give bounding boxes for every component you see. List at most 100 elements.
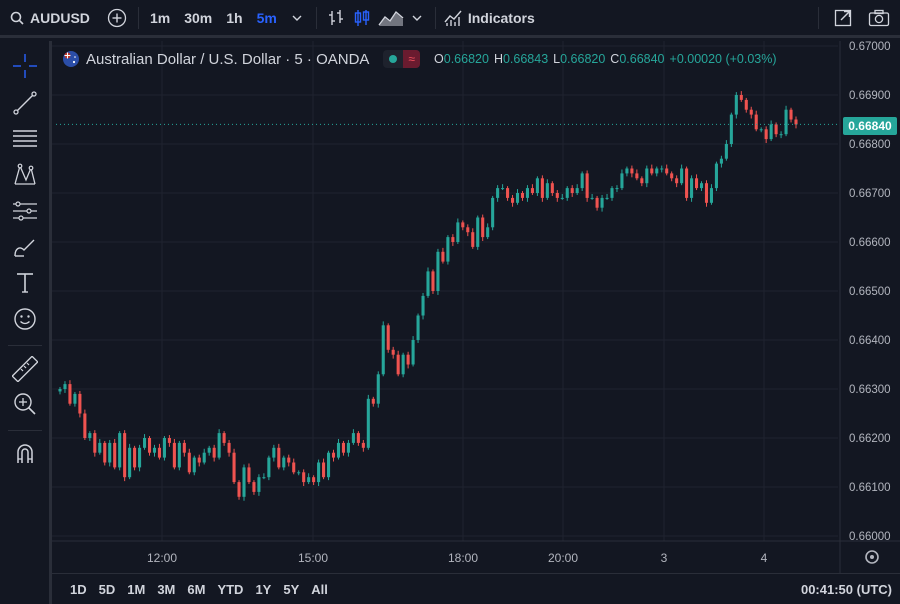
candle-body bbox=[192, 457, 196, 473]
timeframe-dropdown[interactable] bbox=[284, 0, 310, 37]
candle-body bbox=[446, 237, 450, 262]
fib-tool[interactable] bbox=[10, 124, 40, 154]
price-tick-label: 0.66800 bbox=[849, 139, 891, 151]
brush-tool[interactable] bbox=[10, 232, 40, 262]
candle-body bbox=[555, 193, 559, 198]
candle-body bbox=[461, 222, 465, 228]
candle-body bbox=[247, 467, 251, 483]
price-tick-label: 0.67000 bbox=[849, 41, 891, 53]
candle-body bbox=[133, 447, 137, 468]
candle-body bbox=[680, 168, 684, 184]
range-5d[interactable]: 5D bbox=[93, 582, 122, 597]
candle-body bbox=[272, 447, 276, 458]
bar-chart-type-button[interactable] bbox=[323, 0, 349, 37]
text-tool[interactable] bbox=[10, 268, 40, 298]
crosshair-tool[interactable] bbox=[10, 51, 40, 81]
candle-body bbox=[83, 413, 87, 438]
candle-body bbox=[366, 398, 370, 448]
candle-body bbox=[615, 188, 619, 190]
candle-body bbox=[322, 462, 326, 478]
candle-body bbox=[585, 173, 589, 198]
range-all[interactable]: All bbox=[305, 582, 334, 597]
time-tick-label: 20:00 bbox=[548, 551, 578, 565]
candle-body bbox=[232, 452, 236, 483]
range-6m[interactable]: 6M bbox=[181, 582, 211, 597]
range-3m[interactable]: 3M bbox=[151, 582, 181, 597]
candle-body bbox=[78, 393, 82, 414]
candle-body bbox=[237, 482, 241, 497]
emoji-tool[interactable] bbox=[10, 304, 40, 334]
candle-body bbox=[108, 442, 112, 463]
candle-body bbox=[481, 217, 485, 238]
candle-body bbox=[326, 452, 331, 478]
chart-legend: Australian Dollar / U.S. Dollar · 5 · OA… bbox=[62, 48, 777, 70]
camera-icon bbox=[868, 9, 890, 26]
candle-body bbox=[128, 447, 132, 478]
time-tick-label: 12:00 bbox=[147, 551, 177, 565]
range-ytd[interactable]: YTD bbox=[211, 582, 249, 597]
timeframe-1h[interactable]: 1h bbox=[219, 10, 249, 26]
candle-body bbox=[744, 99, 748, 110]
candle-body bbox=[685, 168, 689, 198]
fullscreen-button[interactable] bbox=[830, 0, 856, 37]
time-axis: 12:00 15:00 18:00 20:00 3 4 bbox=[147, 551, 768, 565]
candle-body bbox=[217, 433, 221, 458]
area-chart-type-button[interactable] bbox=[375, 0, 407, 37]
compare-button[interactable] bbox=[104, 0, 130, 37]
chart-type-dropdown[interactable] bbox=[407, 0, 427, 37]
toolbar-divider bbox=[8, 345, 42, 346]
magnet-tool[interactable] bbox=[10, 439, 40, 469]
symbol-search[interactable]: AUDUSD bbox=[0, 0, 100, 37]
candle-body bbox=[73, 393, 77, 404]
last-price-badge: 0.66840 bbox=[843, 117, 897, 135]
candle-body bbox=[506, 188, 510, 198]
candle-body bbox=[540, 178, 544, 198]
candle-body bbox=[103, 442, 107, 463]
candle-body bbox=[242, 467, 246, 497]
timeframe-5m[interactable]: 5m bbox=[250, 10, 284, 26]
candle-body bbox=[515, 193, 520, 203]
snapshot-button[interactable] bbox=[866, 0, 892, 37]
price-chart[interactable]: 0.67000 0.66900 0.66800 0.66700 0.66600 0.665… bbox=[0, 0, 900, 604]
candle-body bbox=[401, 354, 405, 375]
candle-body bbox=[625, 168, 629, 174]
indicators-button[interactable]: Indicators bbox=[444, 0, 535, 37]
candle-body bbox=[182, 442, 186, 453]
candle-body bbox=[58, 389, 62, 392]
settings-icon[interactable] bbox=[865, 550, 879, 564]
candle-body bbox=[670, 173, 674, 179]
candle-body bbox=[252, 482, 256, 492]
range-1y[interactable]: 1Y bbox=[249, 582, 277, 597]
range-1d[interactable]: 1D bbox=[64, 582, 93, 597]
chevron-down-icon bbox=[292, 15, 302, 21]
timeframe-1m[interactable]: 1m bbox=[143, 10, 177, 26]
chart-title[interactable]: Australian Dollar / U.S. Dollar · 5 · OA… bbox=[86, 51, 369, 68]
utc-clock[interactable]: 00:41:50 (UTC) bbox=[801, 582, 892, 597]
candle-body bbox=[356, 433, 360, 443]
candles-chart-type-button[interactable] bbox=[349, 0, 375, 37]
ruler-icon bbox=[12, 356, 38, 382]
open-value: O0.66820 bbox=[434, 52, 489, 66]
candle-body bbox=[530, 188, 534, 193]
range-5y[interactable]: 5Y bbox=[277, 582, 305, 597]
candle-body bbox=[520, 193, 525, 198]
candle-body bbox=[789, 109, 793, 120]
candle-body bbox=[660, 168, 664, 170]
forecast-tool[interactable] bbox=[10, 196, 40, 226]
timeframe-30m[interactable]: 30m bbox=[177, 10, 219, 26]
candle-body bbox=[317, 462, 321, 483]
candle-body bbox=[172, 442, 176, 468]
candle-body bbox=[560, 197, 564, 199]
candle-body bbox=[267, 457, 271, 478]
trend-line-tool[interactable] bbox=[10, 88, 40, 118]
price-tick-label: 0.66100 bbox=[849, 482, 891, 494]
zoom-tool[interactable] bbox=[10, 389, 40, 419]
market-status[interactable]: ≈ bbox=[383, 50, 421, 68]
range-1m[interactable]: 1M bbox=[121, 582, 151, 597]
candle-body bbox=[152, 447, 157, 453]
pattern-tool[interactable] bbox=[10, 160, 40, 190]
measure-tool[interactable] bbox=[10, 354, 40, 384]
low-value: L0.66820 bbox=[553, 52, 606, 66]
candle-body bbox=[118, 433, 122, 468]
candle-body bbox=[113, 442, 117, 468]
